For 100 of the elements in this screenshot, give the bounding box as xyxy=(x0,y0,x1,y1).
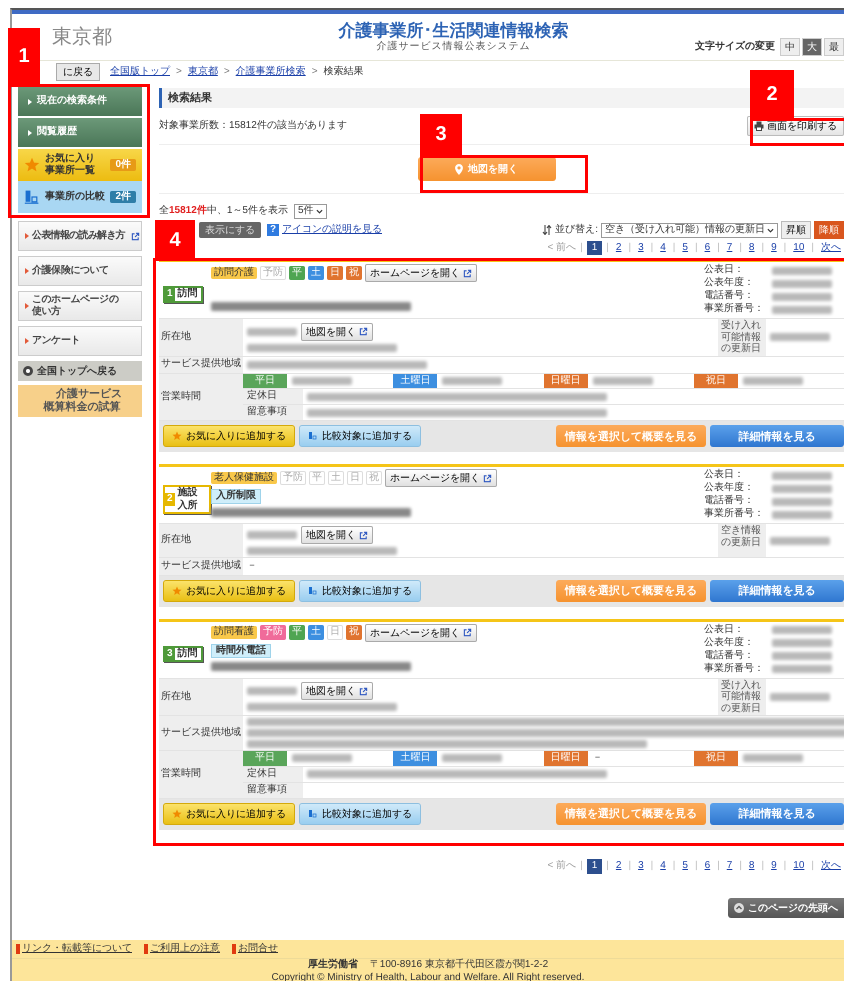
row-label: 受け入れ可能情報の更新日 xyxy=(718,319,766,356)
homepage-button[interactable]: ホームページを開く xyxy=(365,624,477,642)
breadcrumb-link[interactable]: 全国版トップ xyxy=(110,66,170,78)
day-header: 祝日 xyxy=(694,751,738,766)
page-separator: | xyxy=(811,860,814,873)
external-link-icon xyxy=(463,268,472,278)
page-link[interactable]: 3 xyxy=(635,240,647,256)
info-label: 電話番号： xyxy=(704,495,755,508)
blurred-text xyxy=(772,498,832,506)
blurred-text xyxy=(772,472,832,480)
sidebar-menu-item[interactable]: 現在の検索条件 xyxy=(18,87,142,116)
day-header: 土曜日 xyxy=(393,374,438,388)
page-link[interactable]: 1 xyxy=(586,240,602,256)
page-separator: | xyxy=(606,860,609,873)
circle-arrow-icon xyxy=(23,366,33,376)
page-separator: | xyxy=(628,242,632,254)
breadcrumb-link[interactable]: 東京都 xyxy=(188,66,218,78)
blurred-text xyxy=(742,376,803,385)
sidebar-link[interactable]: 介護保険について xyxy=(18,256,142,286)
page-link[interactable]: 3 xyxy=(635,859,647,874)
font-size-button[interactable]: 大 xyxy=(802,38,822,56)
add-compare-button[interactable]: 比較対象に追加する xyxy=(299,802,421,824)
page-link[interactable]: 6 xyxy=(702,859,714,874)
page-separator: | xyxy=(761,242,764,254)
org-name: 厚生労働省 xyxy=(308,959,358,972)
row-label: 所在地 xyxy=(159,319,243,356)
page-separator: | xyxy=(739,860,742,873)
star-icon xyxy=(172,808,182,818)
menu-label: 閲覧履歴 xyxy=(37,126,78,139)
page-link[interactable]: 7 xyxy=(724,859,736,874)
icon-help-link[interactable]: アイコンの説明を見る xyxy=(282,224,382,236)
page-link[interactable]: 9 xyxy=(768,859,780,874)
per-page-select[interactable]: 5件 xyxy=(294,204,326,219)
font-size-button[interactable]: 中 xyxy=(780,38,800,56)
page-link[interactable]: 10 xyxy=(790,859,808,874)
sidebar-menu-item[interactable]: お気に入り事業所一覧 0件 xyxy=(18,149,142,181)
blurred-text xyxy=(770,536,830,544)
sidebar-link[interactable]: 公表情報の読み解き方 xyxy=(18,221,142,251)
add-favorite-button[interactable]: お気に入りに追加する xyxy=(163,580,295,602)
page-link[interactable]: 7 xyxy=(724,240,736,256)
display-toggle-button[interactable]: 表示にする xyxy=(199,222,261,238)
homepage-button[interactable]: ホームページを開く xyxy=(385,469,497,487)
add-compare-button[interactable]: 比較対象に追加する xyxy=(299,580,421,602)
page-separator: | xyxy=(784,860,786,873)
estimate-button[interactable]: 介護サービス概算料金の試算 xyxy=(18,385,142,418)
page-link[interactable]: 6 xyxy=(702,240,714,256)
page-link[interactable]: 5 xyxy=(679,859,691,874)
page-link[interactable]: 8 xyxy=(746,859,758,874)
external-link-icon xyxy=(483,474,492,482)
sidebar-menu-item[interactable]: 閲覧履歴 xyxy=(18,118,142,147)
font-size-button[interactable]: 最 xyxy=(824,38,844,56)
sort-select[interactable]: 空き（受け入れ可能）情報の更新日 xyxy=(601,222,778,238)
homepage-button[interactable]: ホームページを開く xyxy=(365,264,477,282)
add-favorite-button[interactable]: お気に入りに追加する xyxy=(163,425,295,447)
result-summary: 対象事業所数：15812件の該当があります xyxy=(159,120,347,132)
map-link-button[interactable]: 地図を開く xyxy=(301,526,373,544)
page-link[interactable]: 1 xyxy=(586,859,602,874)
footer-link[interactable]: お問合せ xyxy=(232,944,278,954)
page-link[interactable]: 9 xyxy=(768,240,780,256)
map-link-button[interactable]: 地図を開く xyxy=(301,682,373,700)
feature-tag: 入所制限 xyxy=(211,489,261,504)
back-to-top-button[interactable]: 全国トップへ戻る xyxy=(18,361,142,381)
arrow-icon xyxy=(25,233,29,239)
sort-order-button[interactable]: 昇順 xyxy=(781,221,811,239)
day-header: 平日 xyxy=(243,374,287,388)
breadcrumb-link[interactable]: 介護事業所検索 xyxy=(236,66,306,78)
site-logo[interactable]: 東京都 xyxy=(52,24,112,50)
sidebar-link[interactable]: このホームページの使い方 xyxy=(18,291,142,321)
footer-link[interactable]: リンク・転載等について xyxy=(16,944,132,954)
menu-label: お気に入り事業所一覧 xyxy=(45,152,96,178)
external-link-icon xyxy=(359,530,368,540)
row-label: 所在地 xyxy=(159,678,243,715)
footer-link[interactable]: ご利用上の注意 xyxy=(144,944,220,954)
arrow-icon xyxy=(25,268,29,274)
page-link[interactable]: 4 xyxy=(657,859,669,874)
day-header: 日曜日 xyxy=(544,374,588,388)
page-link[interactable]: 5 xyxy=(679,240,691,256)
add-favorite-button[interactable]: お気に入りに追加する xyxy=(163,802,295,824)
page-link[interactable]: 2 xyxy=(612,240,624,256)
compare-icon xyxy=(308,586,318,596)
blurred-text xyxy=(772,306,832,314)
annotation-label: 3 xyxy=(420,114,462,155)
sidebar-link[interactable]: アンケート xyxy=(18,326,142,356)
sort-order-button[interactable]: 降順 xyxy=(814,221,844,239)
page-link[interactable]: 2 xyxy=(612,859,624,874)
map-link-button[interactable]: 地図を開く xyxy=(301,322,373,341)
page-link[interactable]: 8 xyxy=(746,240,758,256)
page-top-button[interactable]: このページの先頭へ xyxy=(728,898,844,918)
service-type-tag: 訪問看護 xyxy=(211,626,257,639)
caret-icon xyxy=(767,228,774,232)
detail-button[interactable]: 詳細情報を見る xyxy=(710,425,844,447)
day-header: 日曜日 xyxy=(544,751,588,766)
next-page-link[interactable]: 次へ xyxy=(818,859,844,874)
page-link[interactable]: 10 xyxy=(790,240,808,256)
add-compare-button[interactable]: 比較対象に追加する xyxy=(299,425,421,447)
page-link[interactable]: 4 xyxy=(657,240,669,256)
blurred-text xyxy=(772,266,832,274)
next-page-link[interactable]: 次へ xyxy=(818,240,844,256)
back-button[interactable]: に戻る xyxy=(56,63,100,81)
page-separator: | xyxy=(739,242,742,254)
